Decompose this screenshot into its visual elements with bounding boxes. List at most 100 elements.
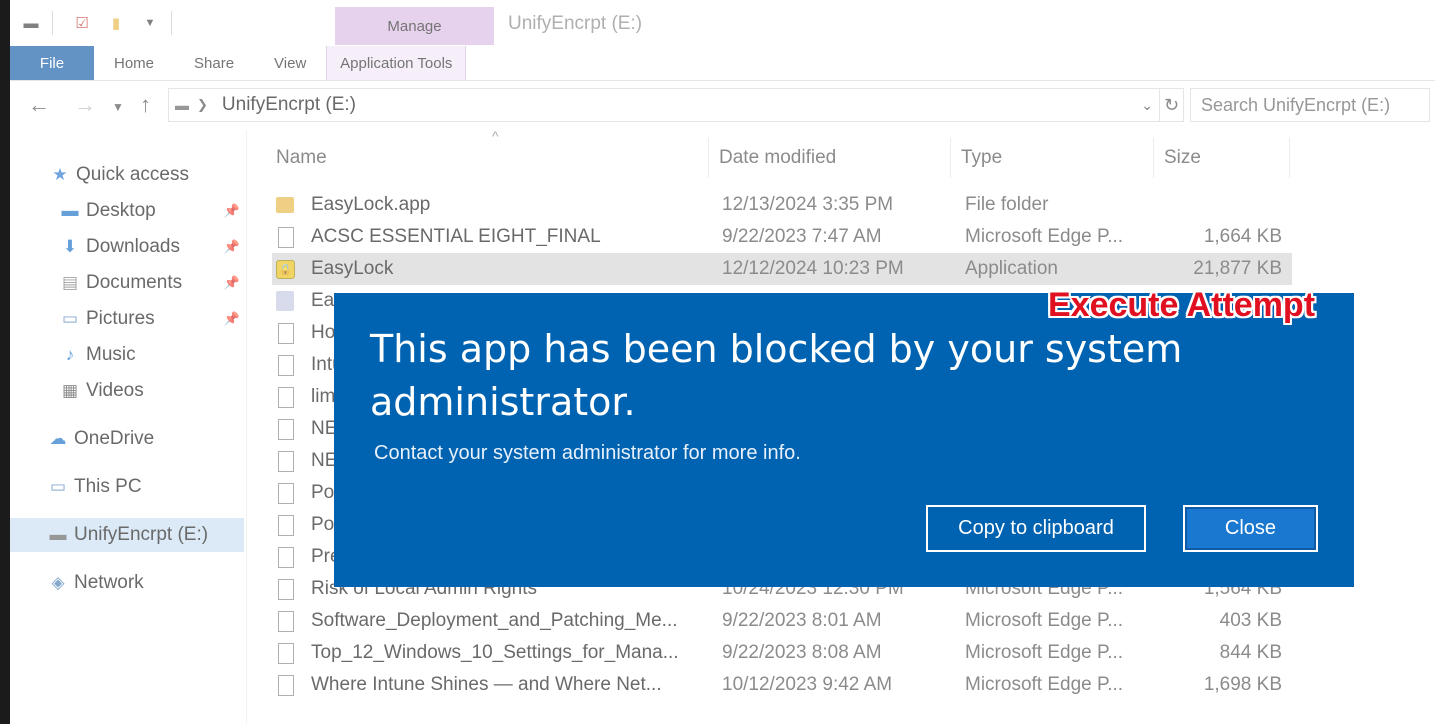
nav-item-onedrive[interactable]: ☁ OneDrive	[10, 422, 246, 456]
nav-item-label: Documents	[86, 272, 183, 293]
tab-view[interactable]: View	[254, 46, 326, 80]
pin-icon[interactable]: 📌	[224, 311, 240, 327]
toolbar-divider	[171, 11, 172, 35]
recent-locations-chevron-icon[interactable]: ▼	[112, 100, 124, 114]
nav-item-pictures[interactable]: ▭ Pictures 📌	[10, 302, 246, 336]
file-date-modified: 9/22/2023 8:08 AM	[722, 642, 882, 663]
breadcrumb-separator-icon: ❯	[197, 97, 208, 112]
document-icon	[278, 482, 294, 504]
file-date-modified: 12/13/2024 3:35 PM	[722, 194, 894, 215]
drive-icon[interactable]: ▬	[18, 10, 44, 36]
file-size: 21,877 KB	[1193, 258, 1282, 279]
network-icon: ◈	[51, 573, 65, 592]
execute-attempt-annotation: Execute Attempt	[1048, 286, 1316, 324]
file-row[interactable]: Where Intune Shines — and Where Net... 10…	[272, 669, 1292, 701]
file-date-modified: 12/12/2024 10:23 PM	[722, 258, 904, 279]
manage-context-tab[interactable]: Manage	[335, 7, 494, 45]
navigation-bar: ← → ▼ ↑ ▬ ❯ UnifyEncrpt (E:) ⌄ ↻ Search …	[10, 86, 1435, 126]
download-icon: ⬇	[62, 237, 78, 256]
close-button[interactable]: Close	[1183, 505, 1318, 552]
file-date-modified: 10/12/2023 9:42 AM	[722, 674, 893, 695]
tab-file[interactable]: File	[10, 46, 94, 80]
nav-item-quick-access[interactable]: ★ Quick access	[10, 158, 246, 192]
file-name: EasyLock	[311, 258, 394, 279]
tab-share[interactable]: Share	[174, 46, 254, 80]
quick-access-toolbar: ▬ ☑ ▮ ▼	[10, 0, 340, 46]
navigation-pane: ★ Quick access ▬ Desktop 📌 ⬇ Downloads 📌…	[10, 130, 247, 724]
nav-item-documents[interactable]: ▤ Documents 📌	[10, 266, 246, 300]
up-arrow-icon[interactable]: ↑	[140, 92, 151, 118]
document-icon	[278, 450, 294, 472]
refresh-icon[interactable]: ↻	[1160, 88, 1184, 122]
new-folder-icon[interactable]: ▮	[103, 10, 129, 36]
document-icon	[278, 674, 294, 696]
address-dropdown-icon[interactable]: ⌄	[1141, 97, 1153, 114]
nav-item-videos[interactable]: ▦ Videos	[10, 374, 246, 408]
nav-item-network[interactable]: ◈ Network	[10, 566, 246, 600]
nav-item-label: Quick access	[76, 164, 189, 185]
nav-item-unifyencrpt[interactable]: ▬ UnifyEncrpt (E:)	[10, 518, 244, 552]
tab-application-tools[interactable]: Application Tools	[326, 46, 467, 80]
properties-icon[interactable]: ☑	[69, 10, 95, 36]
tab-home[interactable]: Home	[94, 46, 174, 80]
file-name: ACSC ESSENTIAL EIGHT_FINAL	[311, 226, 601, 247]
file-row[interactable]: ACSC ESSENTIAL EIGHT_FINAL 9/22/2023 7:47…	[272, 221, 1292, 253]
file-row[interactable]: EasyLock.app 12/13/2024 3:35 PM File folde…	[272, 189, 1292, 221]
file-type: Microsoft Edge P...	[965, 226, 1124, 247]
nav-item-label: Network	[74, 572, 144, 593]
desktop-icon: ▬	[61, 201, 79, 220]
pin-icon[interactable]: 📌	[224, 275, 240, 291]
star-icon: ★	[52, 165, 68, 184]
documents-icon: ▤	[61, 273, 79, 292]
videos-icon: ▦	[61, 381, 79, 400]
file-type: Application	[965, 258, 1058, 279]
file-row[interactable]: Top_12_Windows_10_Settings_for_Mana... 9/…	[272, 637, 1292, 669]
file-date-modified: 9/22/2023 7:47 AM	[722, 226, 882, 247]
lock-app-icon: 🔒	[276, 259, 295, 279]
file-name: EasyLock.app	[311, 194, 431, 215]
address-bar[interactable]: ▬ ❯ UnifyEncrpt (E:) ⌄	[168, 88, 1160, 122]
file-size: 403 KB	[1219, 610, 1282, 631]
file-row[interactable]: 🔒 EasyLock 12/12/2024 10:23 PM Application 2…	[272, 253, 1292, 285]
back-arrow-icon[interactable]: ←	[28, 92, 50, 118]
document-icon	[278, 386, 294, 408]
document-icon	[278, 226, 294, 248]
file-row[interactable]: Software_Deployment_and_Patching_Me... 9/…	[272, 605, 1292, 637]
nav-item-music[interactable]: ♪ Music	[10, 338, 246, 372]
nav-item-downloads[interactable]: ⬇ Downloads 📌	[10, 230, 246, 264]
nav-item-this-pc[interactable]: ▭ This PC	[10, 470, 246, 504]
chevron-down-icon[interactable]: ▼	[137, 10, 163, 36]
breadcrumb[interactable]: UnifyEncrpt (E:)	[222, 94, 356, 116]
nav-item-label: This PC	[74, 476, 142, 497]
nav-item-label: Music	[86, 344, 136, 365]
nav-item-desktop[interactable]: ▬ Desktop 📌	[10, 194, 246, 228]
document-icon	[278, 322, 294, 344]
search-input[interactable]: Search UnifyEncrpt (E:)	[1190, 88, 1430, 122]
music-icon: ♪	[65, 345, 75, 364]
document-icon	[278, 642, 294, 664]
nav-item-label: Videos	[86, 380, 144, 401]
ribbon-tabs: File Home Share View Application Tools	[10, 46, 1435, 81]
copy-to-clipboard-button[interactable]: Copy to clipboard	[926, 505, 1146, 552]
nav-item-label: OneDrive	[74, 428, 155, 449]
forward-arrow-icon[interactable]: →	[74, 92, 96, 118]
column-header-name[interactable]: Name	[266, 138, 709, 178]
file-size: 1,698 KB	[1203, 674, 1282, 695]
toolbar-divider	[52, 11, 53, 35]
file-name: Software_Deployment_and_Patching_Me...	[311, 610, 678, 631]
document-icon	[278, 610, 294, 632]
nav-item-label: Downloads	[86, 236, 180, 257]
file-name: Where Intune Shines — and Where Net...	[311, 674, 662, 695]
document-icon	[278, 514, 294, 536]
blocked-app-dialog: This app has been blocked by your system…	[334, 293, 1354, 587]
pin-icon[interactable]: 📌	[224, 203, 240, 219]
file-name: Top_12_Windows_10_Settings_for_Mana...	[311, 642, 679, 663]
drive-icon: ▬	[175, 97, 189, 113]
app-icon	[276, 291, 294, 311]
document-icon	[278, 418, 294, 440]
pin-icon[interactable]: 📌	[224, 239, 240, 255]
column-header-size[interactable]: Size	[1154, 138, 1290, 178]
column-header-date-modified[interactable]: Date modified	[709, 138, 951, 178]
drive-icon: ▬	[49, 525, 67, 544]
column-header-type[interactable]: Type	[951, 138, 1154, 178]
